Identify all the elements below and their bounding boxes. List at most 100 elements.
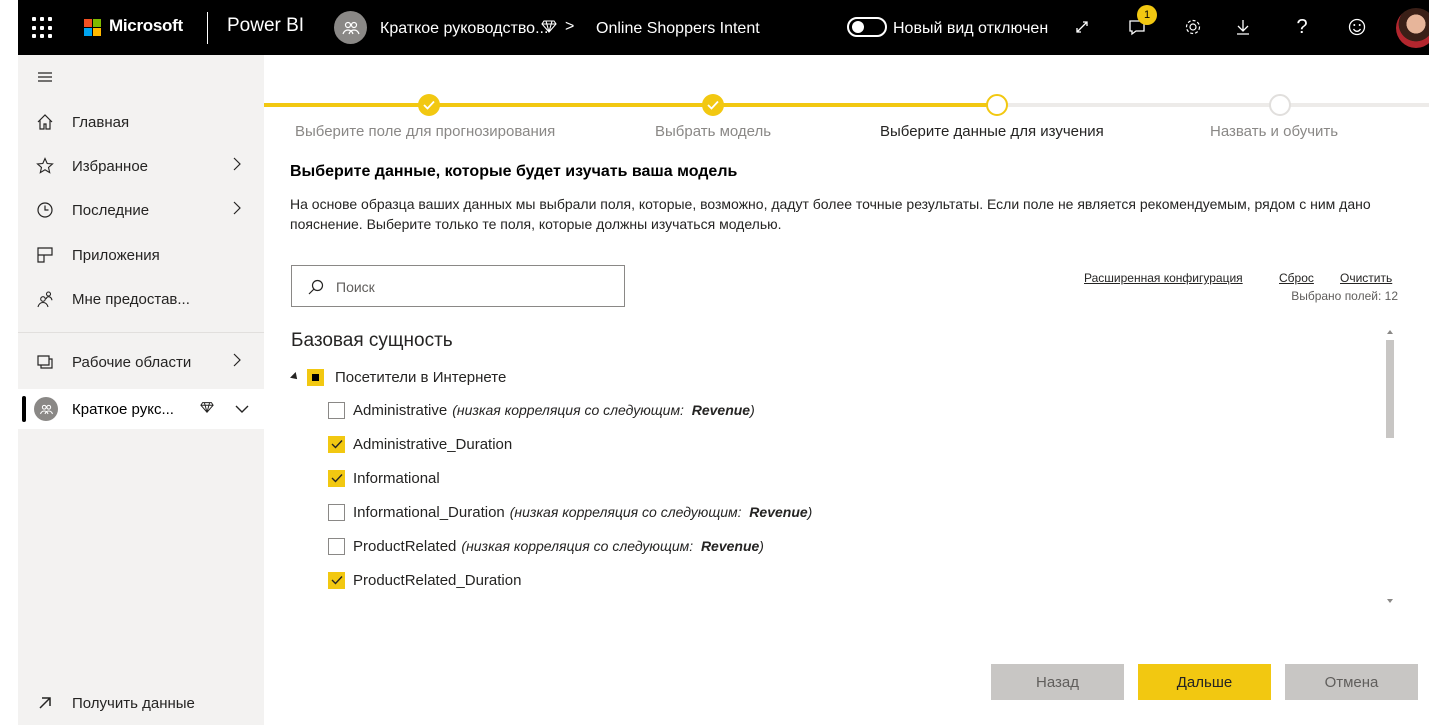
list-item: ProductRelated (низкая корреляция со сле… bbox=[328, 529, 1388, 563]
field-name: Informational_Duration bbox=[353, 503, 505, 521]
field-checkbox[interactable] bbox=[328, 537, 345, 555]
apps-icon bbox=[35, 245, 55, 265]
back-button[interactable]: Назад bbox=[991, 664, 1124, 700]
field-list: Administrative (низкая корреляция со сле… bbox=[328, 393, 1388, 603]
workspace-avatar-icon bbox=[34, 397, 58, 421]
sidebar-item-recent[interactable]: Последние bbox=[18, 190, 264, 230]
sidebar-item-label: Рабочие области bbox=[72, 353, 192, 371]
expand-icon[interactable] bbox=[1069, 14, 1095, 40]
chevron-right-icon[interactable] bbox=[232, 157, 242, 175]
field-note: (низкая корреляция со следующим: Revenue… bbox=[452, 402, 755, 418]
workspace-avatar-icon bbox=[334, 11, 367, 44]
reset-link[interactable]: Сброс bbox=[1279, 271, 1314, 285]
search-field[interactable] bbox=[291, 265, 625, 307]
notification-badge: 1 bbox=[1137, 5, 1157, 25]
new-view-toggle[interactable] bbox=[847, 17, 887, 37]
field-note: (низкая корреляция со следующим: Revenue… bbox=[461, 538, 764, 554]
checkmark-icon bbox=[331, 474, 343, 483]
advanced-config-link[interactable]: Расширенная конфигурация bbox=[1084, 271, 1243, 285]
stepper-progress bbox=[264, 103, 994, 107]
topbar-divider bbox=[207, 12, 208, 44]
sidebar-item-favorites[interactable]: Избранное bbox=[18, 146, 264, 186]
field-name: ProductRelated_Duration bbox=[353, 571, 522, 589]
selected-fields-count: Выбрано полей: 12 bbox=[1291, 289, 1398, 303]
sidebar-item-label: Приложения bbox=[72, 246, 160, 264]
get-data-button[interactable]: Получить данные bbox=[18, 681, 264, 725]
arrow-up-right-icon bbox=[35, 693, 55, 713]
settings-icon[interactable] bbox=[1180, 14, 1206, 40]
search-input[interactable] bbox=[336, 276, 616, 298]
field-name: Administrative_Duration bbox=[353, 435, 513, 453]
page-description: На основе образца ваших данных мы выбрал… bbox=[290, 196, 1371, 232]
waffle-icon[interactable] bbox=[32, 17, 54, 39]
star-icon bbox=[35, 156, 55, 176]
nav-divider bbox=[18, 332, 264, 333]
list-item: ProductRelated_Duration bbox=[328, 563, 1388, 597]
scrollbar-thumb[interactable] bbox=[1386, 340, 1394, 438]
checkmark-icon bbox=[331, 440, 343, 449]
field-checkbox[interactable] bbox=[328, 571, 345, 589]
left-navigation: Главная Избранное Последние Приложения М… bbox=[18, 55, 264, 725]
search-icon bbox=[307, 278, 325, 296]
sidebar-item-workspaces[interactable]: Рабочие области bbox=[18, 342, 264, 382]
step-3-current-icon bbox=[986, 94, 1008, 116]
download-icon[interactable] bbox=[1230, 14, 1256, 40]
sidebar-item-label: Последние bbox=[72, 201, 150, 219]
home-icon bbox=[35, 112, 55, 132]
sidebar-item-apps[interactable]: Приложения bbox=[18, 235, 264, 275]
breadcrumb-separator: > bbox=[565, 18, 575, 35]
feedback-icon[interactable] bbox=[1344, 14, 1370, 40]
step-1-done-icon bbox=[418, 94, 440, 116]
field-note: (низкая корреляция со следующим: Revenue… bbox=[509, 504, 813, 520]
field-checkbox[interactable] bbox=[328, 401, 345, 419]
microsoft-logo-icon bbox=[84, 19, 101, 36]
brand-name: Microsoft bbox=[109, 16, 183, 35]
field-checkbox[interactable] bbox=[328, 435, 345, 453]
entity-checkbox[interactable] bbox=[307, 368, 324, 386]
checkmark-icon bbox=[331, 576, 343, 585]
sidebar-item-home[interactable]: Главная bbox=[18, 102, 264, 142]
chevron-down-icon[interactable] bbox=[235, 401, 249, 418]
next-button[interactable]: Дальше bbox=[1138, 664, 1271, 700]
entity-heading: Базовая сущность bbox=[291, 330, 453, 351]
breadcrumb-item[interactable]: Online Shoppers Intent bbox=[596, 20, 760, 38]
page-title: Выберите данные, которые будет изучать в… bbox=[290, 163, 738, 180]
user-avatar[interactable] bbox=[1396, 8, 1429, 48]
sidebar-item-shared[interactable]: Мне предостав... bbox=[18, 279, 264, 319]
clear-link[interactable]: Очистить bbox=[1340, 271, 1392, 285]
field-list-scrollbar[interactable] bbox=[1385, 328, 1395, 605]
field-checkbox[interactable] bbox=[328, 503, 345, 521]
field-name: Informational bbox=[353, 469, 440, 487]
chevron-right-icon[interactable] bbox=[232, 353, 242, 371]
premium-diamond-icon bbox=[541, 18, 557, 38]
scroll-up-icon[interactable] bbox=[1387, 330, 1393, 334]
hamburger-icon bbox=[35, 67, 55, 87]
entity-name: Посетители в Интернете bbox=[335, 368, 507, 386]
get-data-label: Получить данные bbox=[72, 694, 195, 712]
sidebar-item-label: Мне предостав... bbox=[72, 290, 190, 308]
list-item: Administrative_Duration bbox=[328, 427, 1388, 461]
premium-diamond-icon bbox=[200, 400, 214, 418]
step-2-done-icon bbox=[702, 94, 724, 116]
shared-icon bbox=[35, 289, 55, 309]
cancel-button[interactable]: Отмена bbox=[1285, 664, 1418, 700]
chevron-right-icon[interactable] bbox=[232, 201, 242, 219]
sidebar-item-label: Главная bbox=[72, 113, 130, 131]
sidebar-item-current-workspace[interactable]: Краткое рукс... bbox=[18, 389, 264, 429]
sidebar-item-label: Избранное bbox=[72, 157, 149, 175]
list-item: Informational_Duration (низкая корреляци… bbox=[328, 495, 1388, 529]
collapse-triangle-icon[interactable] bbox=[290, 372, 300, 382]
field-checkbox[interactable] bbox=[328, 469, 345, 487]
top-bar: Microsoft Power BI Краткое руководство..… bbox=[18, 0, 1429, 55]
sidebar-item-label: Краткое рукс... bbox=[72, 400, 174, 418]
list-item: Administrative (низкая корреляция со сле… bbox=[328, 393, 1388, 427]
nav-collapse-button[interactable] bbox=[18, 57, 264, 97]
new-view-toggle-label: Новый вид отключен bbox=[893, 20, 1049, 37]
breadcrumb-workspace[interactable]: Краткое руководство... bbox=[380, 20, 548, 38]
app-name[interactable]: Power BI bbox=[227, 15, 304, 37]
help-icon[interactable]: ? bbox=[1289, 14, 1315, 40]
field-name: ProductRelated bbox=[353, 537, 457, 555]
tree-root-entity[interactable]: Посетители в Интернете bbox=[290, 367, 507, 387]
scroll-down-icon[interactable] bbox=[1387, 599, 1393, 603]
step-label: Выберите данные для изучения bbox=[880, 123, 1104, 140]
